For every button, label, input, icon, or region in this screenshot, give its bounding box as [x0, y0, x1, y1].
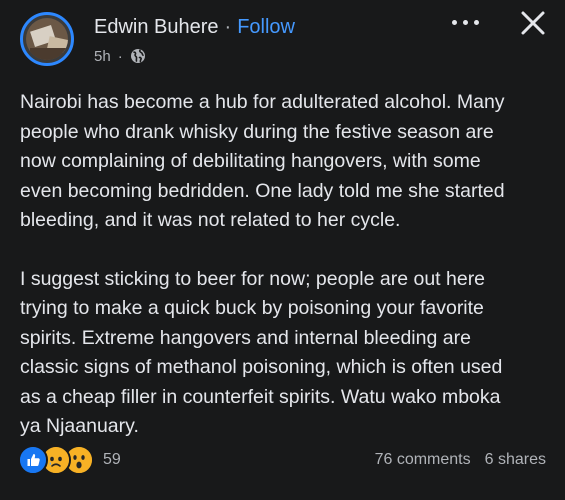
avatar[interactable]	[20, 12, 74, 66]
engagement-stats: 76 comments 6 shares	[375, 446, 546, 474]
author-name[interactable]: Edwin Buhere	[94, 16, 219, 39]
post-time[interactable]: 5h	[94, 48, 111, 65]
reactions-summary[interactable]: 59	[18, 445, 121, 475]
post-paragraph: Nairobi has become a hub for adulterated…	[20, 91, 505, 231]
follow-button[interactable]: Follow	[237, 16, 295, 39]
post-body: Nairobi has become a hub for adulterated…	[20, 88, 550, 442]
globe-icon[interactable]	[130, 48, 146, 64]
post-header: Edwin Buhere · Follow 5h ·	[0, 0, 565, 80]
more-options-button[interactable]	[446, 8, 486, 38]
separator-dot: ·	[224, 15, 232, 38]
shares-count[interactable]: 6 shares	[485, 451, 546, 469]
like-icon	[18, 445, 48, 475]
reaction-count[interactable]: 59	[103, 451, 121, 469]
author-row: Edwin Buhere · Follow	[94, 13, 295, 41]
post-meta: 5h ·	[94, 45, 146, 67]
close-icon[interactable]	[516, 6, 550, 40]
post-paragraph: I suggest sticking to beer for now; peop…	[20, 267, 503, 438]
meta-separator: ·	[117, 47, 123, 65]
comments-count[interactable]: 76 comments	[375, 451, 471, 469]
avatar-image	[26, 18, 68, 60]
